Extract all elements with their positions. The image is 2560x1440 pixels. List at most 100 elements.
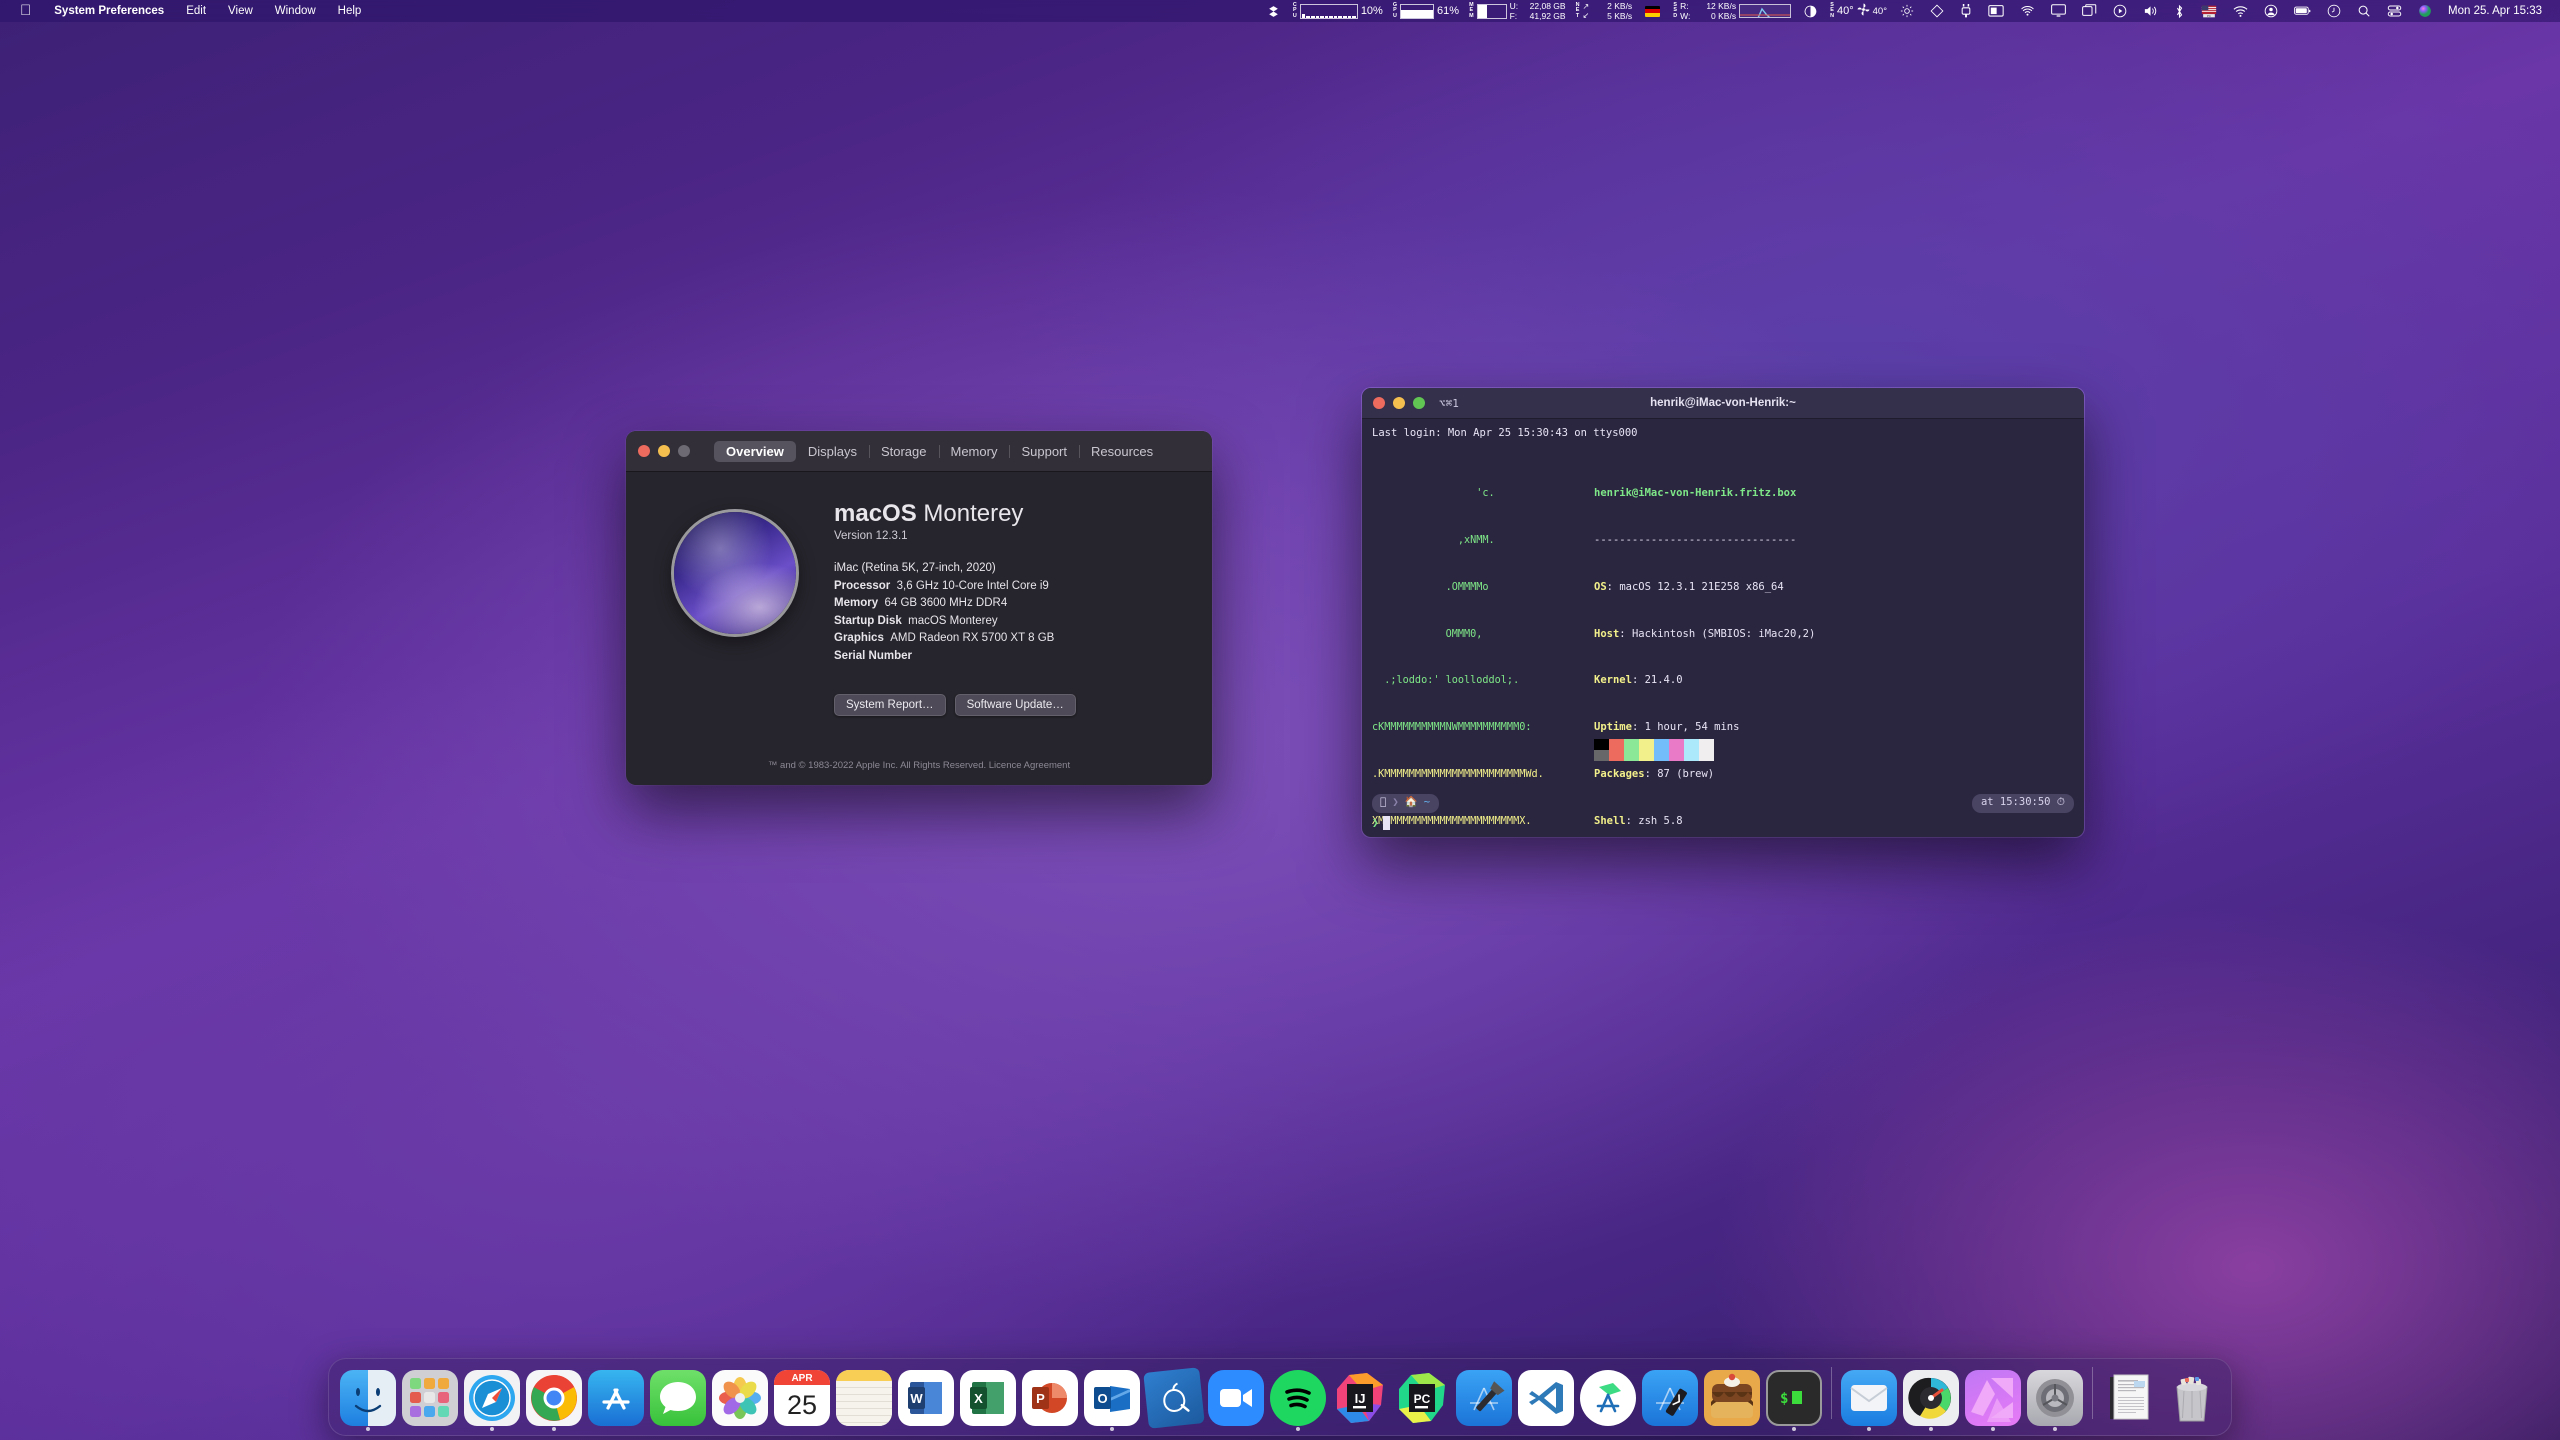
dock-item-launchpad[interactable] xyxy=(399,1362,461,1432)
microsoft-word-icon: W xyxy=(898,1370,954,1426)
close-button[interactable] xyxy=(638,445,650,457)
shell-prompt-line:  ❯ 🏠 ~ at 15:30:50 ⏱ xyxy=(1372,794,2074,813)
shell-input-line[interactable]: ❯ xyxy=(1372,815,1390,831)
spec-graphics-value: AMD Radeon RX 5700 XT 8 GB xyxy=(890,632,1054,644)
terminal-maximize-button[interactable] xyxy=(1413,397,1425,409)
menu-item-system-preferences[interactable]: System Preferences xyxy=(43,0,175,22)
user-account-icon[interactable] xyxy=(2256,0,2286,22)
notes-icon xyxy=(836,1370,892,1426)
terminal-titlebar[interactable]: ⌥⌘1 henrik@iMac-von-Henrik:~ xyxy=(1362,388,2084,419)
diamond-app-icon[interactable] xyxy=(1922,0,1952,22)
version-value: 12.3.1 xyxy=(876,530,908,542)
brightness-icon[interactable] xyxy=(1892,0,1922,22)
dropbox-icon[interactable] xyxy=(1259,0,1288,22)
dock-item-calendar[interactable]: APR 25 xyxy=(771,1362,833,1432)
mem-used-key: U: xyxy=(1510,1,1522,11)
menu-item-view[interactable]: View xyxy=(217,0,264,22)
dock-item-affinity-photo[interactable] xyxy=(1962,1362,2024,1432)
dock-item-notes[interactable] xyxy=(833,1362,895,1432)
gpu-percent: 61% xyxy=(1437,5,1459,17)
tab-memory[interactable]: Memory xyxy=(939,441,1010,462)
tab-support[interactable]: Support xyxy=(1009,441,1079,462)
dock-item-goodnotes[interactable] xyxy=(1143,1362,1205,1432)
ssd-status-item[interactable]: SSD R:12 KB/s W:0 KB/s xyxy=(1668,0,1796,22)
dock-item-zoom[interactable] xyxy=(1205,1362,1267,1432)
neofetch-ascii-art: 'c. ,xNMM. .OMMMMo OMMM0, .;loddo:' lool… xyxy=(1372,455,1602,837)
dock-item-finder[interactable] xyxy=(337,1362,399,1432)
battery-monitor-icon[interactable] xyxy=(1796,0,1825,22)
minimize-button[interactable] xyxy=(658,445,670,457)
dock-item-xcode-beta[interactable] xyxy=(1639,1362,1701,1432)
tab-resources[interactable]: Resources xyxy=(1079,441,1165,462)
tab-storage[interactable]: Storage xyxy=(869,441,939,462)
iterm-window[interactable]: ⌥⌘1 henrik@iMac-von-Henrik:~ Last login:… xyxy=(1362,388,2084,837)
dock-item-trash[interactable] xyxy=(2161,1362,2223,1432)
spotlight-search-icon[interactable] xyxy=(2349,0,2379,22)
dock-item-system-preferences[interactable] xyxy=(2024,1362,2086,1432)
cpu-status-item[interactable]: CPU 10% xyxy=(1288,0,1388,22)
terminal-body[interactable]: Last login: Mon Apr 25 15:30:43 on ttys0… xyxy=(1362,419,2084,837)
time-machine-icon[interactable] xyxy=(2319,0,2349,22)
apple-menu-icon[interactable]:  xyxy=(8,0,43,22)
running-indicator xyxy=(366,1427,370,1431)
siri-icon[interactable] xyxy=(2410,0,2440,22)
battery-icon[interactable] xyxy=(2286,0,2319,22)
cpu-graph xyxy=(1300,4,1358,19)
menu-bar-clock[interactable]: Mon 25. Apr 15:33 xyxy=(2440,5,2552,17)
about-this-mac-window[interactable]: Overview Displays Storage Memory Support… xyxy=(626,431,1212,785)
dock-item-microsoft-excel[interactable]: X xyxy=(957,1362,1019,1432)
dock-item-app-store[interactable] xyxy=(585,1362,647,1432)
dock-item-microsoft-word[interactable]: W xyxy=(895,1362,957,1432)
display-mirror-icon[interactable] xyxy=(1980,0,2012,22)
os-name-bold: macOS xyxy=(834,500,917,527)
tab-overview[interactable]: Overview xyxy=(714,441,796,462)
dock-item-safari[interactable] xyxy=(461,1362,523,1432)
menu-item-window[interactable]: Window xyxy=(264,0,327,22)
german-flag-icon[interactable] xyxy=(1637,0,1668,22)
menu-item-edit[interactable]: Edit xyxy=(175,0,217,22)
tab-displays[interactable]: Displays xyxy=(796,441,869,462)
airplay-icon[interactable] xyxy=(2012,0,2043,22)
screen-icon[interactable] xyxy=(2043,0,2074,22)
running-indicator xyxy=(1929,1427,1933,1431)
dock-item-messages[interactable] xyxy=(647,1362,709,1432)
dock-item-istat-menus[interactable] xyxy=(1900,1362,1962,1432)
vnc-pc-icon[interactable]: PC xyxy=(2193,0,2225,22)
terminal-close-button[interactable] xyxy=(1373,397,1385,409)
dock-item-mail[interactable] xyxy=(1838,1362,1900,1432)
gpu-status-item[interactable]: GPU 61% xyxy=(1388,0,1464,22)
dock-item-google-chrome[interactable] xyxy=(523,1362,585,1432)
dock-item-android-studio[interactable] xyxy=(1577,1362,1639,1432)
about-window-titlebar[interactable]: Overview Displays Storage Memory Support… xyxy=(626,431,1212,472)
dock-item-iterm[interactable]: $ xyxy=(1763,1362,1825,1432)
maximize-button[interactable] xyxy=(678,445,690,457)
bluetooth-icon[interactable] xyxy=(2166,0,2193,22)
prompt-chevron-icon: ❯ xyxy=(1392,795,1398,811)
dock-item-pycharm[interactable]: PC xyxy=(1391,1362,1453,1432)
windows-manager-icon[interactable] xyxy=(2074,0,2105,22)
control-center-icon[interactable] xyxy=(2379,0,2410,22)
dock-item-vs-code[interactable] xyxy=(1515,1362,1577,1432)
volume-icon[interactable] xyxy=(2135,0,2166,22)
spec-processor-value: 3,6 GHz 10-Core Intel Core i9 xyxy=(897,580,1049,592)
memory-status-item[interactable]: MEM U:22,08 GB F:41,92 GB xyxy=(1464,0,1571,22)
dock-item-documents-stack[interactable] xyxy=(2099,1362,2161,1432)
dock-item-spotify[interactable] xyxy=(1267,1362,1329,1432)
dock-item-xcode[interactable] xyxy=(1453,1362,1515,1432)
system-report-button[interactable]: System Report… xyxy=(834,694,946,716)
network-status-item[interactable]: NET ↗↙ 2 KB/s 5 KB/s xyxy=(1571,0,1638,22)
legal-notice[interactable]: ™ and © 1983-2022 Apple Inc. All Rights … xyxy=(626,760,1212,771)
terminal-minimize-button[interactable] xyxy=(1393,397,1405,409)
dock-item-cakebrew[interactable] xyxy=(1701,1362,1763,1432)
usb-icon[interactable] xyxy=(1952,0,1980,22)
menu-item-help[interactable]: Help xyxy=(327,0,373,22)
dock-item-microsoft-powerpoint[interactable]: P xyxy=(1019,1362,1081,1432)
media-play-icon[interactable] xyxy=(2105,0,2135,22)
sensors-status-item[interactable]: SEN 40° 40° xyxy=(1825,0,1892,22)
software-update-button[interactable]: Software Update… xyxy=(955,694,1076,716)
dock-item-microsoft-outlook[interactable]: O xyxy=(1081,1362,1143,1432)
dock-item-intellij-idea[interactable]: IJ xyxy=(1329,1362,1391,1432)
dock-item-photos[interactable] xyxy=(709,1362,771,1432)
wifi-icon[interactable] xyxy=(2225,0,2256,22)
macos-wallpaper-art xyxy=(674,512,796,634)
